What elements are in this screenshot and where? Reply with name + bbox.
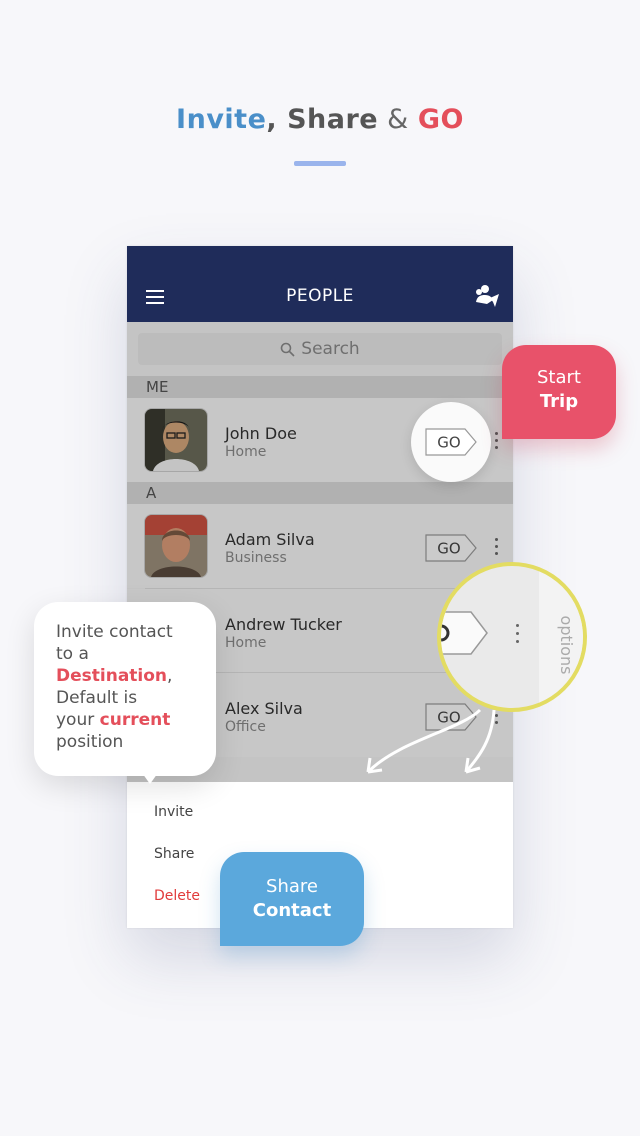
headline-share: Share bbox=[287, 104, 379, 135]
headline-ampersand: & bbox=[378, 104, 418, 135]
invite-callout-line: Invite contact bbox=[56, 622, 173, 642]
options-zoom-circle: options bbox=[437, 562, 587, 712]
invite-callout: Invite contact to a Destination, Default… bbox=[34, 602, 216, 784]
headline: Invite, Share & GO bbox=[0, 104, 640, 135]
go-spotlight: GO bbox=[411, 402, 491, 482]
pointer-arrows bbox=[366, 708, 496, 774]
invite-callout-line: to a bbox=[56, 644, 89, 664]
menu-item-share[interactable]: Share bbox=[154, 846, 194, 862]
current-highlight: current bbox=[99, 710, 171, 730]
callout-tail bbox=[140, 770, 160, 784]
app-bar: PEOPLE bbox=[127, 246, 513, 322]
go-button[interactable] bbox=[437, 610, 489, 656]
destination-highlight: Destination bbox=[56, 666, 168, 686]
headline-comma: , bbox=[266, 104, 288, 135]
add-people-icon[interactable] bbox=[473, 282, 501, 310]
share-contact-callout: Share Contact bbox=[220, 852, 364, 946]
callout-start-line1: Start bbox=[537, 367, 581, 388]
callout-share-line1: Share bbox=[266, 876, 318, 897]
invite-callout-comma: , bbox=[167, 666, 173, 686]
go-button[interactable]: GO bbox=[425, 428, 477, 456]
more-options-icon[interactable] bbox=[516, 624, 520, 648]
options-label: options bbox=[557, 616, 576, 675]
menu-item-delete[interactable]: Delete bbox=[154, 888, 200, 904]
headline-invite: Invite bbox=[176, 104, 267, 135]
callout-start-line2: Trip bbox=[539, 391, 579, 412]
callout-share-line2: Contact bbox=[252, 900, 332, 921]
invite-callout-line: Default is bbox=[56, 688, 138, 708]
go-button-label: GO bbox=[437, 434, 460, 452]
start-trip-callout: Start Trip bbox=[502, 345, 616, 439]
page-title: PEOPLE bbox=[286, 286, 354, 306]
svg-text:options: options bbox=[557, 616, 576, 675]
invite-callout-your: your bbox=[56, 710, 100, 730]
headline-go: GO bbox=[417, 104, 464, 135]
invite-callout-line: your current bbox=[56, 710, 170, 732]
invite-callout-line: Destination, bbox=[56, 666, 172, 688]
menu-item-invite[interactable]: Invite bbox=[154, 804, 193, 820]
invite-callout-line: position bbox=[56, 732, 124, 752]
headline-underline bbox=[294, 161, 346, 166]
